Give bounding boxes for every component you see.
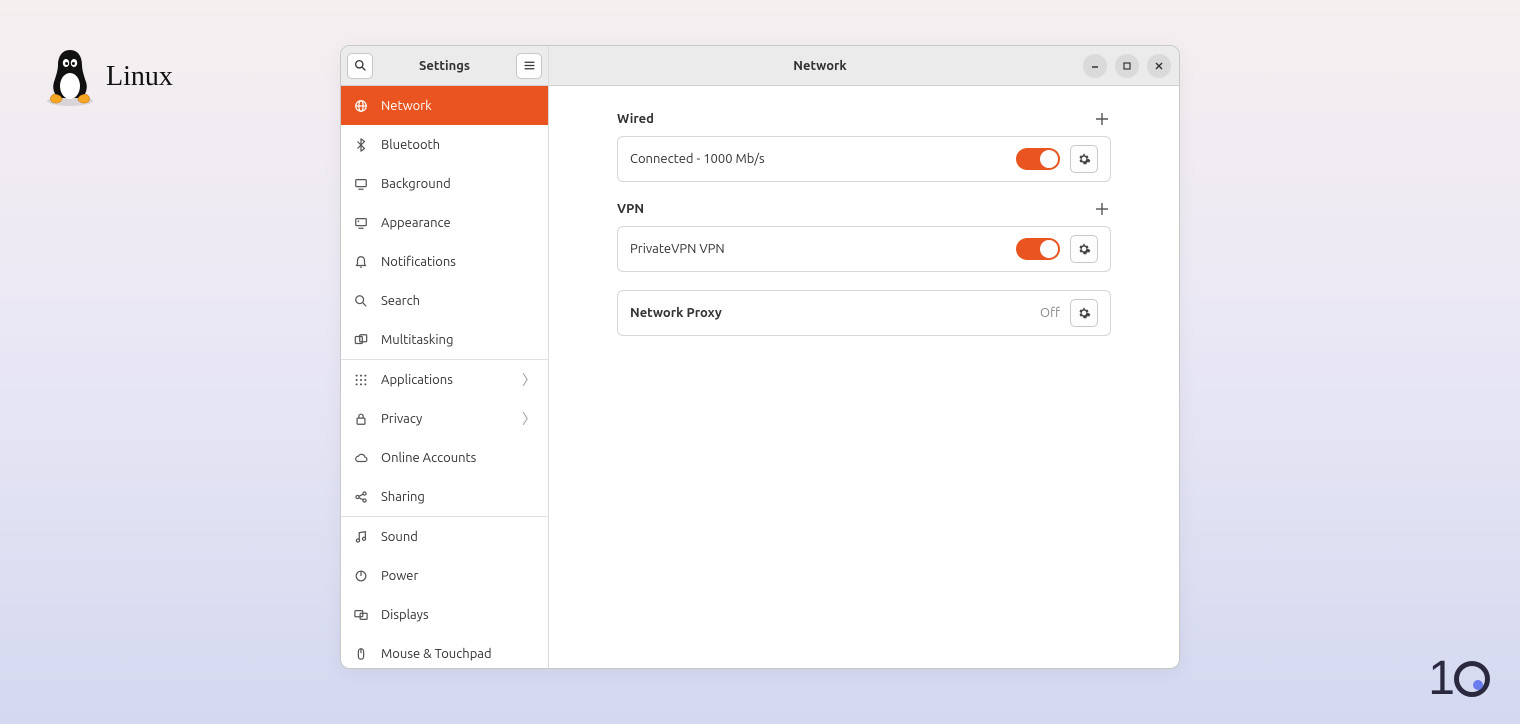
sidebar-item-label: Privacy [381,412,422,426]
sidebar-item-label: Multitasking [381,333,453,347]
sidebar-item-multitasking[interactable]: Multitasking [341,320,548,359]
wired-connection-row: Connected - 1000 Mb/s [617,136,1111,182]
sidebar-item-privacy[interactable]: Privacy 〉 [341,399,548,438]
os-label-text: Linux [106,61,173,93]
sidebar-item-mouse-touchpad[interactable]: Mouse & Touchpad [341,634,548,668]
sidebar-item-label: Background [381,177,451,191]
bell-icon [353,254,369,270]
chevron-right-icon: 〉 [522,409,536,429]
proxy-settings-button[interactable] [1070,299,1098,327]
proxy-label: Network Proxy [630,306,1040,320]
sidebar-item-search[interactable]: Search [341,281,548,320]
search-button[interactable] [347,53,373,79]
sidebar-item-label: Network [381,99,432,113]
sidebar-title: Settings [379,59,510,73]
chevron-right-icon: 〉 [522,370,536,390]
grid-icon [353,372,369,388]
wired-settings-button[interactable] [1070,145,1098,173]
sidebar-item-network[interactable]: Network [341,86,548,125]
tux-icon [44,48,96,106]
panel-title: Network [557,59,1083,73]
sidebar-item-label: Appearance [381,216,451,230]
sidebar-item-label: Search [381,294,420,308]
vpn-connection-row: PrivateVPN VPN [617,226,1111,272]
os-label: Linux [44,48,173,106]
sidebar-item-sharing[interactable]: Sharing [341,477,548,516]
window-controls [1083,54,1171,78]
plus-icon [1095,202,1109,216]
main-header: Network [549,46,1179,86]
gear-icon [1077,152,1091,166]
sidebar-item-label: Bluetooth [381,138,440,152]
close-icon [1154,61,1164,71]
hamburger-icon [523,59,536,72]
plus-icon [1095,112,1109,126]
sidebar-item-displays[interactable]: Displays [341,595,548,634]
watermark-10: 1 [1428,651,1490,706]
search-icon [353,293,369,309]
menu-button[interactable] [516,53,542,79]
network-proxy-row[interactable]: Network Proxy Off [617,290,1111,336]
sidebar-item-label: Notifications [381,255,456,269]
desktop-icon [353,176,369,192]
power-icon [353,568,369,584]
share-icon [353,489,369,505]
sidebar-item-applications[interactable]: Applications 〉 [341,360,548,399]
globe-icon [353,98,369,114]
vpn-name-label: PrivateVPN VPN [630,242,1016,256]
sidebar-item-bluetooth[interactable]: Bluetooth [341,125,548,164]
sidebar-item-appearance[interactable]: Appearance [341,203,548,242]
content: Wired Connected - 1000 Mb/s VPN Priva [549,86,1179,668]
mouse-icon [353,646,369,662]
main-panel: Network Wired Connect [549,46,1179,668]
wired-status-label: Connected - 1000 Mb/s [630,152,1016,166]
sidebar: Settings Network Bluetooth Background Appea… [341,46,549,668]
sidebar-item-label: Sound [381,530,418,544]
multitask-icon [353,332,369,348]
wired-section-header: Wired [617,110,1111,128]
vpn-toggle[interactable] [1016,238,1060,260]
sidebar-item-label: Displays [381,608,429,622]
minimize-icon [1090,61,1100,71]
gear-icon [1077,242,1091,256]
sidebar-item-label: Mouse & Touchpad [381,647,492,661]
music-icon [353,529,369,545]
wired-label: Wired [617,112,654,126]
sidebar-item-online-accounts[interactable]: Online Accounts [341,438,548,477]
wired-toggle[interactable] [1016,148,1060,170]
maximize-icon [1122,61,1132,71]
maximize-button[interactable] [1115,54,1139,78]
displays-icon [353,607,369,623]
sidebar-item-notifications[interactable]: Notifications [341,242,548,281]
gear-icon [1077,306,1091,320]
vpn-label: VPN [617,202,644,216]
proxy-status: Off [1040,306,1060,320]
minimize-button[interactable] [1083,54,1107,78]
sidebar-nav: Network Bluetooth Background Appearance Noti… [341,86,548,668]
sidebar-item-sound[interactable]: Sound [341,517,548,556]
add-vpn-button[interactable] [1093,200,1111,218]
lock-icon [353,411,369,427]
sidebar-item-power[interactable]: Power [341,556,548,595]
cloud-icon [353,450,369,466]
sidebar-item-label: Applications [381,373,453,387]
sidebar-item-background[interactable]: Background [341,164,548,203]
settings-window: Settings Network Bluetooth Background Appea… [340,45,1180,669]
close-button[interactable] [1147,54,1171,78]
sidebar-item-label: Power [381,569,418,583]
sidebar-item-label: Online Accounts [381,451,476,465]
bluetooth-icon [353,137,369,153]
search-icon [354,59,367,72]
add-wired-button[interactable] [1093,110,1111,128]
vpn-settings-button[interactable] [1070,235,1098,263]
vpn-section-header: VPN [617,200,1111,218]
appearance-icon [353,215,369,231]
sidebar-item-label: Sharing [381,490,425,504]
sidebar-header: Settings [341,46,548,86]
